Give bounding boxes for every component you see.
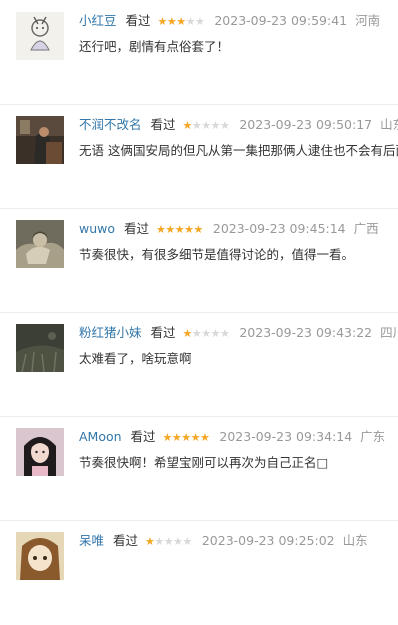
watch-status: 看过 — [124, 221, 150, 236]
star-empty-icon: ★ — [173, 535, 183, 548]
dark-room-photo-avatar — [16, 116, 64, 164]
username-link[interactable]: 不润不改名 — [79, 117, 142, 132]
star-filled-icon: ★ — [156, 223, 166, 236]
watch-status: 看过 — [125, 13, 151, 28]
star-filled-icon: ★ — [200, 431, 210, 444]
comment-meta: 粉红猪小妹 看过 ★★★★★ 2023-09-23 09:43:22 四川 — [79, 324, 398, 342]
comment-item: 小红豆 看过 ★★★★★ 2023-09-23 09:59:41 河南 还行吧，… — [0, 0, 398, 105]
comment-item: 不润不改名 看过 ★★★★★ 2023-09-23 09:50:17 山东 无语… — [0, 104, 398, 209]
rating-stars: ★★★★★ — [156, 221, 203, 239]
comment-meta: AMoon 看过 ★★★★★ 2023-09-23 09:34:14 广东 — [79, 428, 385, 446]
star-filled-icon: ★ — [176, 15, 186, 28]
watch-status: 看过 — [130, 429, 156, 444]
star-empty-icon: ★ — [220, 119, 230, 132]
username-link[interactable]: 呆唯 — [79, 533, 104, 548]
comment-region: 广东 — [360, 429, 386, 444]
comment-time: 2023-09-23 09:43:22 — [239, 325, 373, 340]
sketch-figure-avatar — [16, 12, 64, 60]
username-link[interactable]: 粉红猪小妹 — [79, 325, 142, 340]
star-empty-icon: ★ — [195, 15, 205, 28]
avatar[interactable] — [16, 220, 64, 268]
star-filled-icon: ★ — [182, 119, 193, 132]
comment-item: 呆唯 看过 ★★★★★ 2023-09-23 09:25:02 山东 — [0, 520, 398, 625]
star-empty-icon: ★ — [182, 535, 193, 548]
username-link[interactable]: AMoon — [79, 429, 122, 444]
star-filled-icon: ★ — [166, 15, 177, 28]
anime-character-avatar — [16, 220, 64, 268]
star-filled-icon: ★ — [145, 535, 155, 548]
comment-time: 2023-09-23 09:50:17 — [239, 117, 373, 132]
watch-status: 看过 — [113, 533, 139, 548]
avatar[interactable] — [16, 532, 64, 580]
comment-region: 河南 — [355, 13, 381, 28]
rating-stars: ★★★★★ — [145, 533, 192, 551]
comment-meta: 不润不改名 看过 ★★★★★ 2023-09-23 09:50:17 山东 — [79, 116, 398, 134]
comment-meta: 小红豆 看过 ★★★★★ 2023-09-23 09:59:41 河南 — [79, 12, 380, 30]
star-empty-icon: ★ — [201, 327, 211, 340]
star-filled-icon: ★ — [182, 327, 193, 340]
comment-text: 还行吧，剧情有点俗套了！ — [79, 39, 230, 54]
avatar[interactable] — [16, 116, 64, 164]
watch-status: 看过 — [150, 117, 176, 132]
star-filled-icon: ★ — [171, 431, 182, 444]
star-filled-icon: ★ — [165, 223, 175, 236]
comment-text — [79, 558, 398, 576]
star-empty-icon: ★ — [210, 327, 221, 340]
comment-time: 2023-09-23 09:59:41 — [214, 13, 348, 28]
star-empty-icon: ★ — [191, 327, 202, 340]
dark-grass-avatar — [16, 324, 64, 372]
comment-text: 太难看了，啥玩意啊 — [79, 351, 192, 366]
star-empty-icon: ★ — [201, 119, 211, 132]
star-empty-icon: ★ — [191, 119, 202, 132]
star-filled-icon: ★ — [162, 431, 173, 444]
star-filled-icon: ★ — [157, 15, 168, 28]
avatar[interactable] — [16, 428, 64, 476]
comment-time: 2023-09-23 09:34:14 — [219, 429, 353, 444]
rating-stars: ★★★★★ — [183, 117, 230, 135]
comment-time: 2023-09-23 09:25:02 — [201, 533, 335, 548]
star-empty-icon: ★ — [154, 535, 164, 548]
star-filled-icon: ★ — [190, 431, 201, 444]
star-filled-icon: ★ — [174, 223, 185, 236]
rating-stars: ★★★★★ — [163, 429, 210, 447]
comment-region: 山东 — [342, 533, 368, 548]
comment-region: 广西 — [353, 221, 379, 236]
star-filled-icon: ★ — [193, 223, 204, 236]
comment-time: 2023-09-23 09:45:14 — [212, 221, 346, 236]
star-filled-icon: ★ — [181, 431, 191, 444]
anime-girl-avatar — [16, 532, 64, 580]
comment-region: 山东 — [380, 117, 398, 132]
watch-status: 看过 — [150, 325, 176, 340]
comment-meta: 呆唯 看过 ★★★★★ 2023-09-23 09:25:02 山东 — [79, 532, 368, 550]
avatar[interactable] — [16, 12, 64, 60]
comment-region: 四川 — [380, 325, 398, 340]
comment-item: 粉红猪小妹 看过 ★★★★★ 2023-09-23 09:43:22 四川 太难… — [0, 312, 398, 417]
girl-portrait-avatar — [16, 428, 64, 476]
comment-text: 节奏很快啊！希望宝刚可以再次为自己正名□ — [79, 455, 329, 470]
comment-item: wuwo 看过 ★★★★★ 2023-09-23 09:45:14 广西 节奏很… — [0, 208, 398, 313]
comment-text: 无语 这俩国安局的但凡从第一集把那俩人逮住也不会有后面 — [79, 143, 398, 158]
avatar[interactable] — [16, 324, 64, 372]
comment-text: 节奏很快，有很多细节是值得讨论的，值得一看。 — [79, 247, 355, 262]
rating-stars: ★★★★★ — [183, 325, 230, 343]
username-link[interactable]: wuwo — [79, 221, 115, 236]
star-empty-icon: ★ — [185, 15, 196, 28]
star-filled-icon: ★ — [184, 223, 194, 236]
username-link[interactable]: 小红豆 — [79, 13, 117, 28]
star-empty-icon: ★ — [163, 535, 174, 548]
comment-meta: wuwo 看过 ★★★★★ 2023-09-23 09:45:14 广西 — [79, 220, 379, 238]
star-empty-icon: ★ — [220, 327, 230, 340]
rating-stars: ★★★★★ — [158, 13, 205, 31]
comment-item: AMoon 看过 ★★★★★ 2023-09-23 09:34:14 广东 节奏… — [0, 416, 398, 521]
star-empty-icon: ★ — [210, 119, 221, 132]
